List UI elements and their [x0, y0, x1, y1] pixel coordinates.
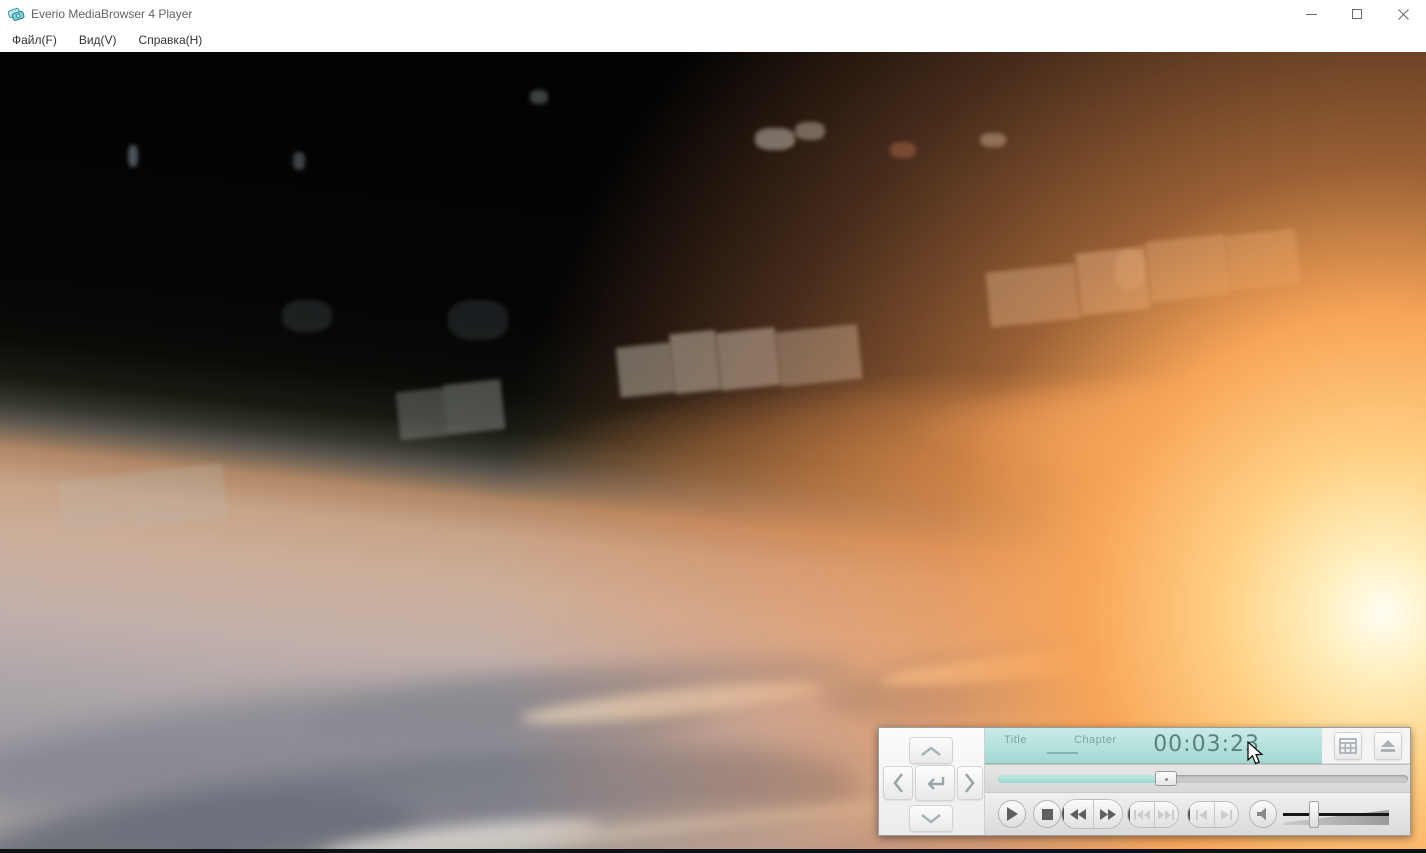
rewind-forward-group — [1061, 799, 1123, 829]
play-button[interactable] — [998, 800, 1026, 828]
skip-forward-icon — [1158, 809, 1175, 820]
stop-button[interactable] — [1033, 800, 1061, 828]
nav-down-button[interactable] — [909, 805, 953, 832]
volume-handle[interactable] — [1308, 801, 1319, 828]
title-label: Title — [1004, 734, 1027, 746]
stop-icon — [1041, 808, 1053, 820]
fast-forward-button[interactable] — [1092, 800, 1123, 828]
window-border — [0, 849, 1426, 853]
navigation-pad — [879, 728, 985, 835]
prev-next-group — [1187, 801, 1239, 828]
eject-icon — [1381, 739, 1395, 752]
menu-item-file[interactable]: Файл(F) — [2, 29, 67, 51]
maximize-button[interactable] — [1334, 0, 1380, 28]
rewind-button[interactable] — [1062, 800, 1093, 828]
fast-forward-icon — [1099, 808, 1116, 820]
display-side-buttons — [1322, 728, 1410, 764]
panel-right: Title Chapter 00:03:23 — [985, 728, 1410, 835]
minimize-button[interactable] — [1288, 0, 1334, 28]
minimize-icon — [1305, 13, 1317, 15]
grid-icon — [1339, 737, 1357, 754]
skip-forward-button[interactable] — [1153, 802, 1179, 827]
next-icon — [1220, 809, 1232, 820]
volume-slider[interactable] — [1283, 800, 1389, 830]
chevron-up-icon — [921, 745, 941, 756]
menu-grid-button[interactable] — [1334, 731, 1362, 760]
menu-bar: Файл(F) Вид(V) Справка(H) — [0, 28, 1426, 52]
elapsed-time: 00:03:23 — [1153, 732, 1260, 757]
nav-enter-button[interactable] — [915, 765, 955, 801]
chevron-down-icon — [921, 813, 941, 824]
video-area: Title Chapter 00:03:23 — [0, 52, 1426, 853]
transport-row — [985, 792, 1410, 835]
menu-item-view[interactable]: Вид(V) — [69, 29, 127, 51]
chapter-label: Chapter — [1074, 734, 1117, 746]
skip-group — [1127, 801, 1179, 828]
seek-handle[interactable] — [1155, 771, 1178, 786]
display-row: Title Chapter 00:03:23 — [985, 728, 1410, 764]
window-controls — [1288, 0, 1426, 28]
mouse-cursor — [1247, 741, 1264, 765]
close-button[interactable] — [1380, 0, 1426, 28]
app-icon — [7, 5, 25, 23]
return-arrow-icon — [927, 777, 945, 790]
play-icon — [1007, 807, 1018, 821]
mute-button[interactable] — [1249, 800, 1277, 828]
volume-level — [1283, 800, 1319, 830]
seek-row — [985, 764, 1410, 792]
chevron-left-icon — [893, 773, 903, 793]
window-title: Everio MediaBrowser 4 Player — [31, 7, 193, 21]
app-window: Everio MediaBrowser 4 Player Файл(F) Вид… — [0, 0, 1426, 853]
menu-item-help[interactable]: Справка(H) — [129, 29, 213, 51]
nav-left-button[interactable] — [883, 766, 913, 800]
eject-button[interactable] — [1374, 731, 1402, 760]
seek-progress — [998, 771, 1178, 786]
skip-back-button[interactable] — [1128, 802, 1154, 827]
player-control-panel: Title Chapter 00:03:23 — [878, 727, 1411, 836]
nav-right-button[interactable] — [957, 766, 983, 800]
maximize-icon — [1352, 9, 1362, 19]
skip-back-icon — [1133, 809, 1150, 820]
time-display: Title Chapter 00:03:23 — [985, 728, 1322, 764]
close-icon — [1397, 8, 1409, 20]
title-bar: Everio MediaBrowser 4 Player — [0, 0, 1426, 28]
previous-icon — [1196, 809, 1208, 820]
title-underline — [1047, 752, 1078, 754]
nav-up-button[interactable] — [909, 737, 953, 764]
speaker-icon — [1257, 807, 1266, 821]
seek-bar[interactable] — [998, 771, 1408, 786]
chevron-right-icon — [965, 773, 975, 793]
previous-button[interactable] — [1188, 802, 1214, 827]
next-button[interactable] — [1213, 802, 1239, 827]
rewind-icon — [1070, 808, 1087, 820]
